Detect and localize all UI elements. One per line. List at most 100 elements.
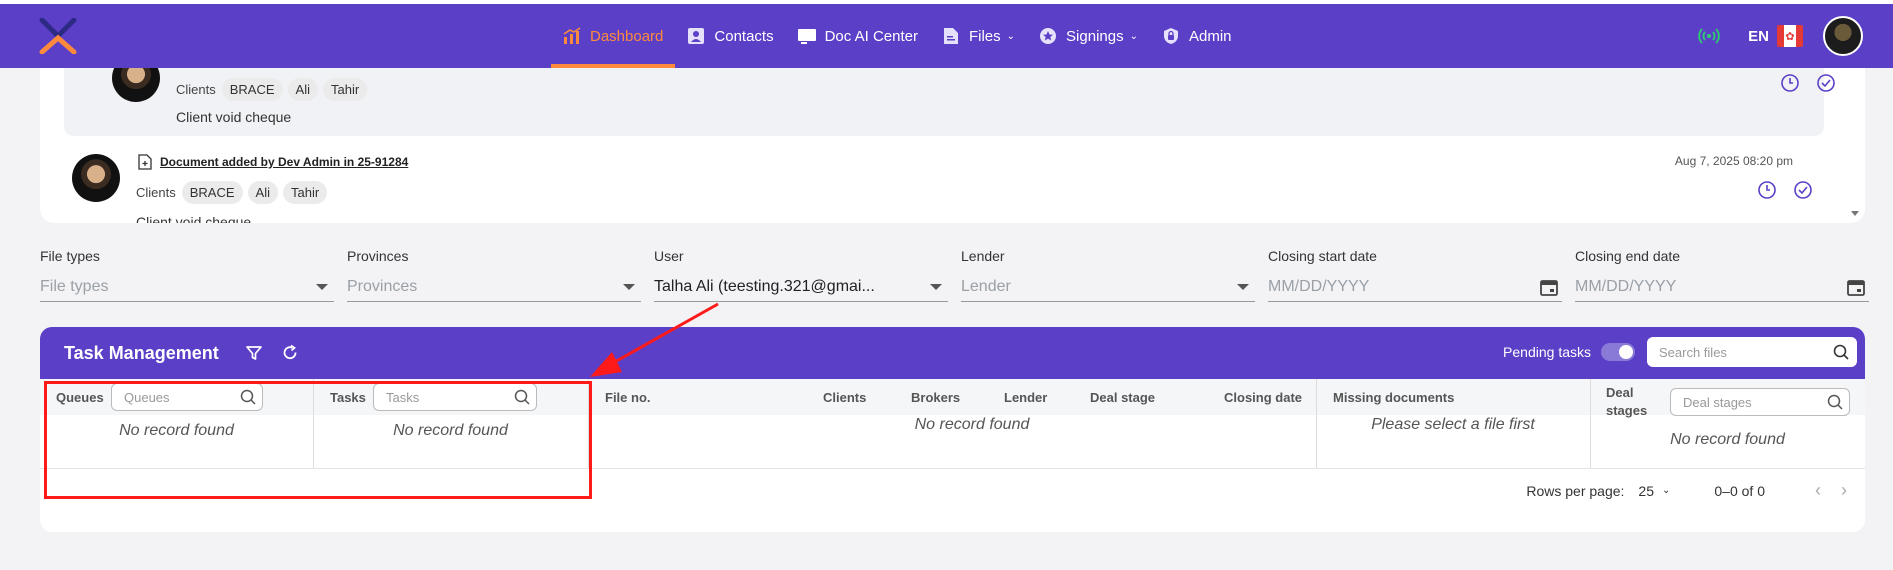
col-lender[interactable]: Lender: [1004, 390, 1047, 405]
provinces-placeholder: Provinces: [347, 277, 418, 295]
filter-icon[interactable]: [245, 344, 263, 362]
missing-docs-empty: Please select a file first: [1371, 416, 1535, 433]
provinces-select[interactable]: Provinces: [347, 272, 641, 302]
activity-actions: [1741, 180, 1813, 200]
refresh-icon[interactable]: [281, 344, 299, 362]
clock-icon[interactable]: [1780, 73, 1800, 93]
deal-stages-label-line2: stages: [1606, 403, 1648, 418]
pending-tasks-toggle-row: Pending tasks: [1503, 343, 1635, 361]
filter-label: User: [654, 248, 684, 264]
closing-end-placeholder: MM/DD/YYYY: [1575, 277, 1677, 295]
nav-admin[interactable]: Admin: [1150, 4, 1244, 68]
prev-page-icon[interactable]: ‹: [1815, 480, 1821, 501]
col-closing-date[interactable]: Closing date: [1224, 390, 1302, 405]
filter-label: Lender: [961, 248, 1005, 264]
client-chip: Ali: [247, 181, 278, 204]
contact-card-icon: [687, 27, 705, 45]
deal-stages-placeholder: Deal stages: [1683, 394, 1752, 410]
task-panel-header: Task Management Pending tasks Search fil…: [40, 327, 1865, 379]
annotation-highlight-box: [44, 381, 592, 499]
scroll-down-icon[interactable]: [1851, 211, 1859, 216]
avatar: [112, 68, 160, 102]
pagination-range: 0–0 of 0: [1714, 482, 1765, 499]
connection-signal-icon[interactable]: [1698, 25, 1720, 47]
calendar-icon[interactable]: [1540, 278, 1558, 296]
col-deal-stage[interactable]: Deal stage: [1090, 390, 1155, 405]
nav-signings-label: Signings: [1066, 27, 1124, 45]
filter-user: User Talha Ali (teesting.321@gmai...: [654, 248, 948, 302]
user-select[interactable]: Talha Ali (teesting.321@gmai...: [654, 272, 948, 302]
nav-dashboard-label: Dashboard: [590, 27, 664, 45]
user-avatar[interactable]: [1823, 16, 1863, 56]
clients-label: Clients: [176, 82, 216, 97]
col-file-no[interactable]: File no.: [605, 390, 651, 405]
missing-docs-label: Missing documents: [1333, 390, 1455, 405]
nav-signings[interactable]: Signings ⌄: [1027, 4, 1150, 68]
rows-per-page-label: Rows per page:: [1526, 482, 1625, 499]
files-empty: No record found: [914, 416, 1030, 433]
nav-doc-ai-center[interactable]: Doc AI Center: [786, 4, 930, 68]
caret-down-icon: [1237, 283, 1249, 290]
col-brokers[interactable]: Brokers: [911, 390, 960, 405]
pagination: Rows per page: 25 ⌄ 0–0 of 0 ‹ ›: [1526, 480, 1847, 501]
language-selector[interactable]: EN: [1748, 28, 1769, 45]
clock-icon[interactable]: [1757, 180, 1777, 200]
file-types-select[interactable]: File types: [40, 272, 334, 302]
lock-icon: [1162, 27, 1180, 45]
check-circle-icon[interactable]: [1816, 73, 1836, 93]
filter-label: Provinces: [347, 248, 409, 264]
filter-label: Closing end date: [1575, 248, 1681, 264]
deal-stages-label-line1: Deal: [1606, 385, 1634, 400]
app-logo[interactable]: [38, 18, 78, 54]
deal-stages-empty: No record found: [1670, 431, 1785, 448]
check-circle-icon[interactable]: [1793, 180, 1813, 200]
closing-start-date-input[interactable]: MM/DD/YYYY: [1268, 272, 1562, 302]
activity-item-highlighted: Clients BRACE Ali Tahir Client void cheq…: [64, 68, 1835, 136]
column-divider: [1590, 379, 1591, 468]
main-nav: Dashboard Contacts Doc AI Center Files ⌄: [551, 4, 1244, 68]
star-badge-icon: [1039, 27, 1057, 45]
file-types-placeholder: File types: [40, 277, 109, 295]
filter-closing-start: Closing start date MM/DD/YYYY: [1268, 248, 1562, 302]
caret-down-icon: [316, 283, 328, 290]
search-icon: [1833, 344, 1849, 360]
clients-row: Clients BRACE Ali Tahir: [176, 78, 372, 101]
filter-label: File types: [40, 248, 100, 264]
clients-row: Clients BRACE Ali Tahir: [136, 181, 332, 204]
col-clients[interactable]: Clients: [823, 390, 866, 405]
user-value: Talha Ali (teesting.321@gmai...: [654, 277, 875, 295]
nav-files[interactable]: Files ⌄: [930, 4, 1027, 68]
pending-tasks-toggle[interactable]: [1601, 343, 1635, 361]
top-navbar: Dashboard Contacts Doc AI Center Files ⌄: [0, 0, 1893, 68]
activity-actions: [1764, 73, 1836, 93]
activity-feed: Clients BRACE Ali Tahir Client void cheq…: [40, 68, 1865, 223]
file-icon: [942, 27, 960, 45]
activity-note: Client void cheque: [136, 214, 252, 223]
screen-icon: [797, 27, 816, 45]
filter-label: Closing start date: [1268, 248, 1377, 264]
lender-placeholder: Lender: [961, 277, 1011, 295]
closing-start-placeholder: MM/DD/YYYY: [1268, 277, 1370, 295]
nav-dashboard[interactable]: Dashboard: [551, 4, 676, 68]
nav-admin-label: Admin: [1188, 27, 1232, 45]
document-add-icon: [138, 154, 152, 170]
activity-note: Client void cheque: [176, 109, 292, 125]
calendar-icon[interactable]: [1847, 278, 1865, 296]
search-files-input[interactable]: Search files: [1647, 337, 1857, 367]
rows-per-page-select[interactable]: 25 ⌄: [1638, 483, 1670, 499]
lender-select[interactable]: Lender: [961, 272, 1255, 302]
navbar-right-tools: EN ✿: [1698, 16, 1863, 56]
activity-doc-link[interactable]: Document added by Dev Admin in 25-91284: [138, 154, 408, 170]
closing-end-date-input[interactable]: MM/DD/YYYY: [1575, 272, 1869, 302]
client-chip: Tahir: [323, 78, 368, 101]
deal-stages-search-input[interactable]: Deal stages: [1670, 388, 1850, 416]
next-page-icon[interactable]: ›: [1841, 480, 1847, 501]
client-chip: Ali: [287, 78, 318, 101]
chevron-down-icon: ⌄: [1006, 30, 1016, 42]
nav-contacts[interactable]: Contacts: [675, 4, 785, 68]
filter-closing-end: Closing end date MM/DD/YYYY: [1575, 248, 1869, 302]
canada-flag-icon[interactable]: ✿: [1777, 25, 1803, 47]
filter-provinces: Provinces Provinces: [347, 248, 641, 302]
nav-files-label: Files: [968, 27, 1001, 45]
client-chip: Tahir: [283, 181, 328, 204]
